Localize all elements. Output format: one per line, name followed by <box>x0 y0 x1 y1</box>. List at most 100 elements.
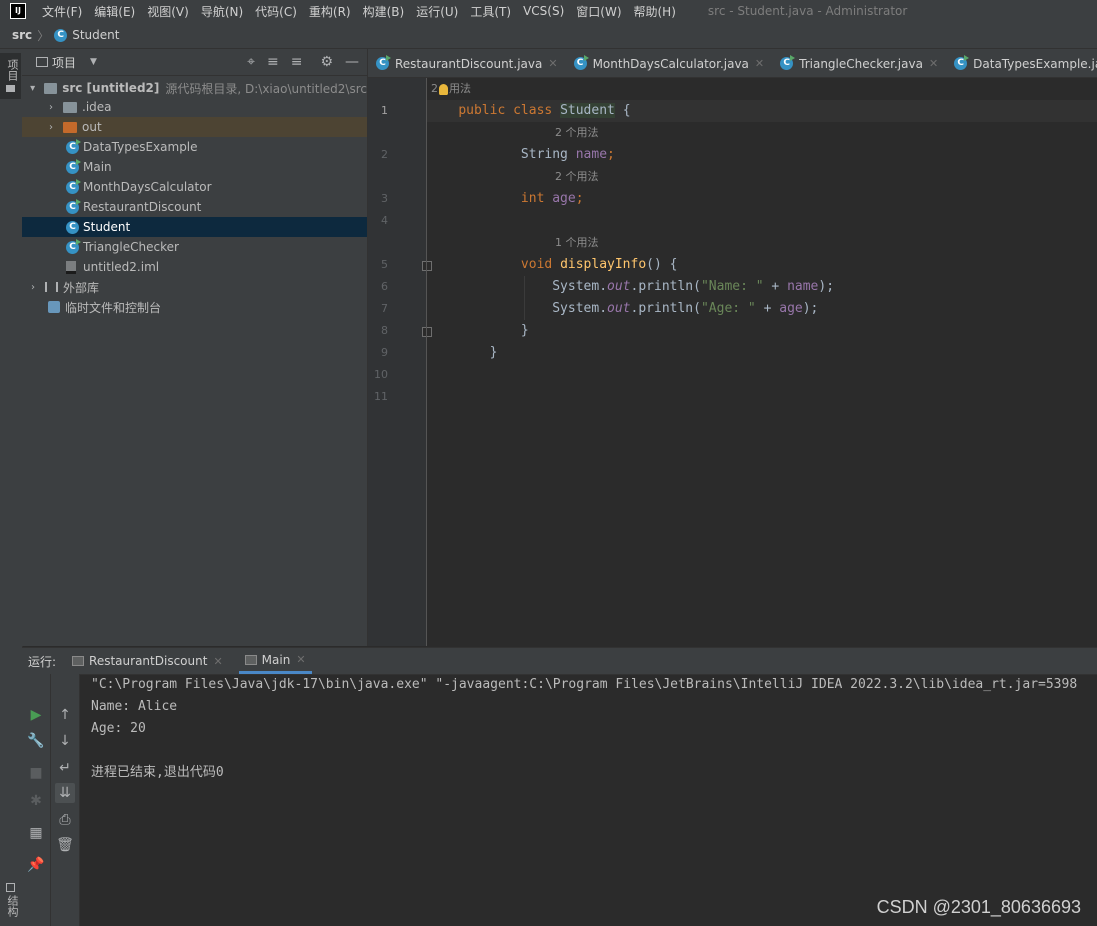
menu-edit[interactable]: 编辑(E) <box>88 3 141 20</box>
tree-item-external-libraries[interactable]: › 外部库 <box>22 277 367 297</box>
close-icon[interactable]: ✕ <box>213 655 222 668</box>
usages-hint[interactable]: 2 个用法 <box>555 122 599 144</box>
chevron-right-icon[interactable]: › <box>45 102 57 113</box>
brace: { <box>622 103 631 118</box>
layout-icon[interactable]: ▦ <box>26 823 46 843</box>
tree-item-trianglechecker[interactable]: C TriangleChecker <box>22 237 367 257</box>
tree-item-datatypesexample[interactable]: C DataTypesExample <box>22 137 367 157</box>
tree-root-path: 源代码根目录, D:\xiao\untitled2\src <box>165 81 367 96</box>
code-line-2: String name; <box>520 147 615 162</box>
chevron-down-icon[interactable]: ▾ <box>27 83 38 94</box>
wrench-icon[interactable]: 🔧 <box>26 731 46 751</box>
line-number: 7 <box>381 302 388 315</box>
menu-window[interactable]: 窗口(W) <box>570 3 627 20</box>
tree-item-label: MonthDaysCalculator <box>83 180 212 194</box>
chevron-right-icon[interactable]: › <box>45 122 57 133</box>
tree-item-idea[interactable]: › .idea <box>22 97 367 117</box>
tree-item-scratches[interactable]: 临时文件和控制台 <box>22 297 367 317</box>
tree-item-label: DataTypesExample <box>83 140 198 154</box>
console-line: Age: 20 <box>91 721 146 736</box>
minimize-icon[interactable]: — <box>345 54 359 70</box>
structure-stripe-tab[interactable]: 结构 <box>0 879 21 925</box>
chevron-down-icon[interactable]: ▼ <box>90 57 97 67</box>
arrow-up-icon[interactable]: ↑ <box>55 705 75 725</box>
chevron-right-icon[interactable]: › <box>27 282 39 293</box>
console-toolbar: ↑ ↓ ↵ ⇊ ⎙ 🗑 <box>51 674 80 926</box>
tree-item-label: out <box>82 120 102 134</box>
collapse-all-icon[interactable]: ≡ <box>291 54 303 70</box>
menu-vcs[interactable]: VCS(S) <box>517 4 570 18</box>
keyword: public <box>458 103 506 118</box>
arrow-down-icon[interactable]: ↓ <box>55 731 75 751</box>
tab-datatypesexample[interactable]: C DataTypesExample.java <box>946 50 1097 77</box>
run-panel: 运行: RestaurantDiscount ✕ Main ✕ ▶ 🔧 ■ ✱ … <box>22 647 1097 926</box>
close-icon[interactable]: ✕ <box>548 57 557 70</box>
tab-monthdayscalculator[interactable]: C MonthDaysCalculator.java ✕ <box>566 50 773 77</box>
menu-code[interactable]: 代码(C) <box>249 3 303 20</box>
tree-item-iml[interactable]: untitled2.iml <box>22 257 367 277</box>
code-area[interactable]: 2 用法 public class Student { 2 个用法 String … <box>427 78 1097 646</box>
tree-item-restaurantdiscount[interactable]: C RestaurantDiscount <box>22 197 367 217</box>
breadcrumb-student[interactable]: Student <box>72 28 119 42</box>
tree-root-src[interactable]: ▾ src [untitled2] 源代码根目录, D:\xiao\untitl… <box>22 78 367 98</box>
run-icon[interactable]: ▶ <box>26 705 46 725</box>
run-tab-main[interactable]: Main ✕ <box>238 648 312 674</box>
tab-trianglechecker[interactable]: C TriangleChecker.java ✕ <box>772 50 946 77</box>
structure-icon <box>6 883 15 892</box>
close-icon[interactable]: ✕ <box>929 57 938 70</box>
class-icon: C <box>376 55 391 70</box>
menu-refactor[interactable]: 重构(R) <box>303 3 357 20</box>
menu-tools[interactable]: 工具(T) <box>464 3 517 20</box>
menu-help[interactable]: 帮助(H) <box>628 3 682 20</box>
menu-bar: IJ 文件(F) 编辑(E) 视图(V) 导航(N) 代码(C) 重构(R) 构… <box>0 0 1097 22</box>
gear-icon[interactable]: ⚙ <box>320 54 333 70</box>
run-toolbar: ▶ 🔧 ■ ✱ ▦ 📌 <box>22 674 51 926</box>
breadcrumb-src[interactable]: src <box>12 28 32 42</box>
tree-item-out[interactable]: › out <box>22 117 367 137</box>
scroll-to-end-icon[interactable]: ⇊ <box>55 783 75 803</box>
code-line-6: System.out.println("Name: " + name); <box>427 276 1097 298</box>
menu-navigate[interactable]: 导航(N) <box>195 3 249 20</box>
code-line-8: } <box>427 320 1097 342</box>
menu-build[interactable]: 构建(B) <box>357 3 411 20</box>
usages-hint[interactable]: 2 用法 <box>431 78 471 100</box>
console-line: Name: Alice <box>91 699 178 714</box>
console-output[interactable]: "C:\Program Files\Java\jdk-17\bin\java.e… <box>91 674 1097 926</box>
left-tool-stripe: 项目 结构 <box>0 49 23 926</box>
soft-wrap-icon[interactable]: ↵ <box>55 758 75 778</box>
debug-icon[interactable]: ✱ <box>26 791 46 811</box>
project-panel: 项目 ▼ ⌖ ≡ ≡ ⚙ — ▾ src [untitled2] 源代码根目录,… <box>22 49 368 646</box>
expand-all-icon[interactable]: ≡ <box>267 54 279 70</box>
menu-view[interactable]: 视图(V) <box>141 3 195 20</box>
tree-item-student[interactable]: C Student <box>22 217 367 237</box>
tree-item-monthdayscalculator[interactable]: C MonthDaysCalculator <box>22 177 367 197</box>
menu-file[interactable]: 文件(F) <box>36 3 88 20</box>
close-icon[interactable]: ✕ <box>755 57 764 70</box>
tree-item-main[interactable]: C Main <box>22 157 367 177</box>
field: name <box>575 147 608 162</box>
usages-hint[interactable]: 1 个用法 <box>555 232 599 254</box>
close-icon[interactable]: ✕ <box>296 653 305 666</box>
class-icon: C <box>66 138 81 154</box>
method-call: .println( <box>630 279 701 294</box>
menu-run[interactable]: 运行(U) <box>410 3 464 20</box>
project-stripe-tab[interactable]: 项目 <box>0 53 21 99</box>
keyword: void <box>520 257 553 272</box>
editor-tabs: C RestaurantDiscount.java ✕ C MonthDaysC… <box>368 49 1097 78</box>
tab-label: RestaurantDiscount.java <box>395 56 543 71</box>
print-icon[interactable]: ⎙ <box>55 810 75 830</box>
locate-icon[interactable]: ⌖ <box>247 54 255 70</box>
lightbulb-icon[interactable] <box>439 83 448 95</box>
indent-guide <box>524 276 525 320</box>
trash-icon[interactable]: 🗑 <box>55 835 75 855</box>
stop-icon[interactable]: ■ <box>26 763 46 783</box>
class-icon: C <box>66 178 81 194</box>
usages-hint[interactable]: 2 个用法 <box>555 166 599 188</box>
run-tab-restaurantdiscount[interactable]: RestaurantDiscount ✕ <box>66 648 229 674</box>
tab-restaurantdiscount[interactable]: C RestaurantDiscount.java ✕ <box>368 50 566 77</box>
project-panel-title[interactable]: 项目 <box>52 54 76 71</box>
operator: + <box>755 301 780 316</box>
pin-icon[interactable]: 📌 <box>26 855 46 875</box>
structure-stripe-label: 结构 <box>6 895 19 917</box>
